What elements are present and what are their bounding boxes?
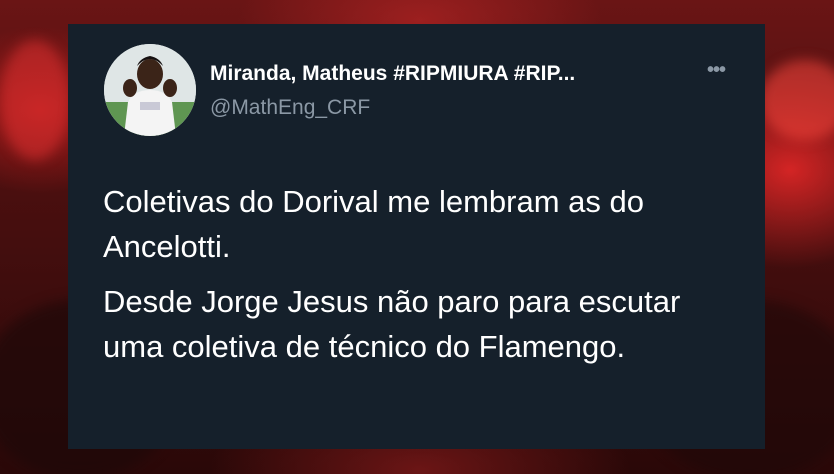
tweet-card: Miranda, Matheus #RIPMIURA #RIP... @Math… <box>68 24 765 449</box>
tweet-body: Coletivas do Dorival me lembram as do An… <box>103 179 743 379</box>
user-handle[interactable]: @MathEng_CRF <box>210 96 370 120</box>
display-name[interactable]: Miranda, Matheus #RIPMIURA #RIP... <box>210 62 575 86</box>
ellipsis-icon[interactable]: ••• <box>702 60 730 80</box>
profile-avatar[interactable] <box>104 44 196 136</box>
avatar-image <box>104 44 196 136</box>
tweet-paragraph: Desde Jorge Jesus não paro para escutar … <box>103 284 681 364</box>
tweet-paragraph: Coletivas do Dorival me lembram as do An… <box>103 184 644 264</box>
